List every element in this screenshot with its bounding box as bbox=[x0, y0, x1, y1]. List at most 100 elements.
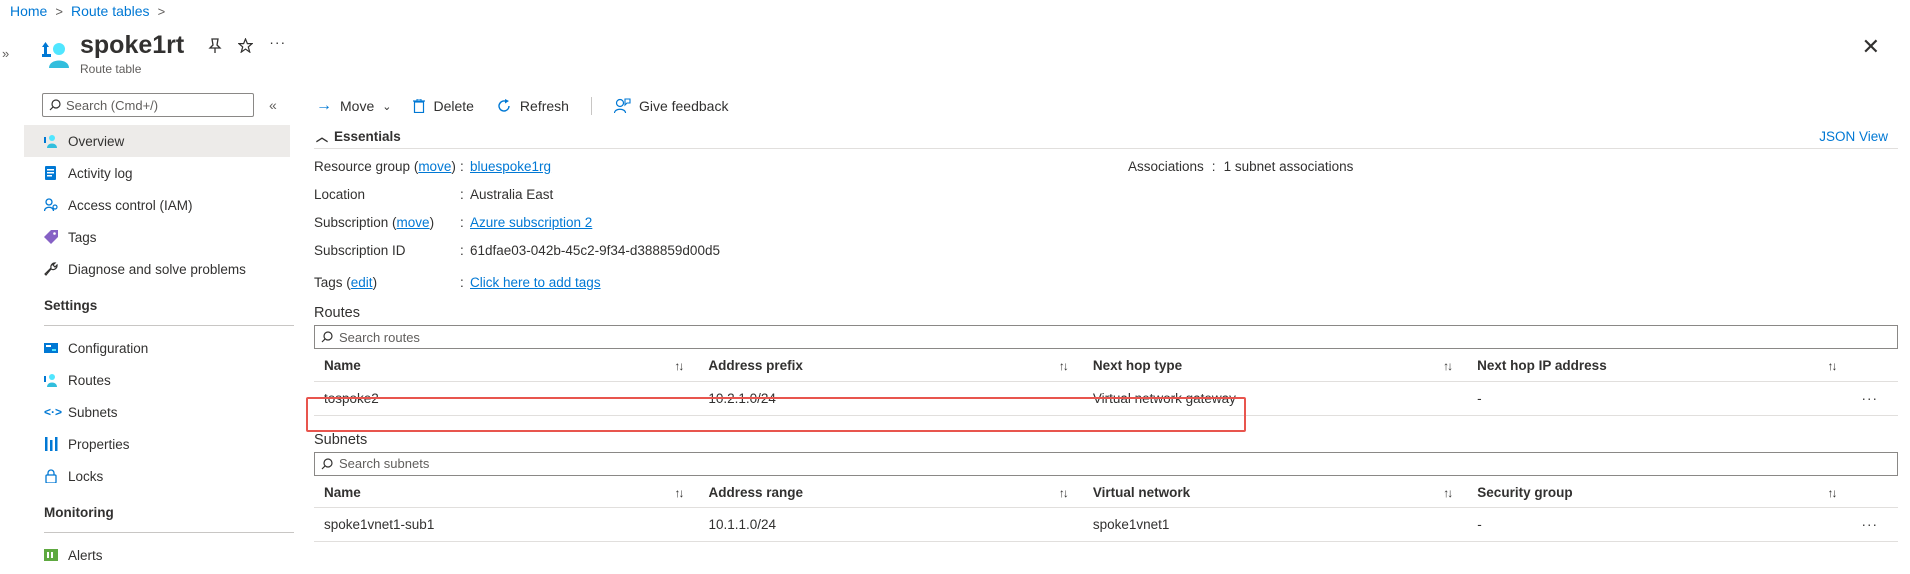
move-label: Move bbox=[340, 98, 375, 114]
refresh-icon bbox=[496, 98, 512, 114]
json-view-link[interactable]: JSON View bbox=[1819, 129, 1888, 144]
star-icon[interactable] bbox=[238, 38, 254, 54]
pin-icon[interactable] bbox=[208, 38, 222, 54]
move-subscription-link[interactable]: move bbox=[397, 215, 430, 230]
configuration-icon bbox=[44, 341, 58, 355]
nav-item-locks[interactable]: Locks bbox=[24, 460, 290, 492]
subnets-search-input[interactable] bbox=[339, 456, 939, 471]
main-content: → Move ⌄ Delete Refresh Give feedback ︿ bbox=[314, 93, 1898, 542]
column-header-name[interactable]: Name ↑↓ bbox=[314, 477, 699, 508]
expand-menu-icon[interactable]: » bbox=[2, 46, 9, 61]
sort-icon[interactable]: ↑↓ bbox=[1828, 486, 1838, 500]
nav-item-overview[interactable]: Overview bbox=[24, 125, 290, 157]
breadcrumb: Home > Route tables > bbox=[10, 3, 165, 19]
resource-group-link[interactable]: bluespoke1rg bbox=[470, 159, 551, 174]
nav-item-properties[interactable]: Properties bbox=[24, 428, 290, 460]
sort-icon[interactable]: ↑↓ bbox=[675, 486, 685, 500]
nav-item-diagnose[interactable]: Diagnose and solve problems bbox=[24, 253, 290, 285]
breadcrumb-home[interactable]: Home bbox=[10, 3, 47, 19]
ess-row-tags: Tags (edit) : Click here to add tags bbox=[314, 275, 601, 290]
subnet-vnet: spoke1vnet1 bbox=[1082, 507, 1468, 542]
associations-value: 1 subnet associations bbox=[1223, 159, 1354, 174]
ess-row-associations: Associations : 1 subnet associations bbox=[1128, 159, 1354, 174]
delete-button[interactable]: Delete bbox=[413, 98, 474, 114]
essentials-toggle[interactable]: ︿ Essentials bbox=[316, 128, 401, 145]
route-table-icon bbox=[42, 40, 70, 70]
nav-section-settings: Settings bbox=[44, 298, 98, 313]
subnets-search-box[interactable] bbox=[314, 451, 1898, 476]
routes-search-box[interactable] bbox=[314, 325, 1898, 349]
nav-item-activity-log[interactable]: Activity log bbox=[24, 157, 290, 189]
table-header-row: Name ↑↓ Address prefix ↑↓ Next hop type ↑↓ … bbox=[314, 351, 1898, 382]
column-header-security-group[interactable]: Security group ↑↓ bbox=[1467, 477, 1852, 508]
essentials-panel: Resource group (move) : bluespoke1rg Loc… bbox=[314, 149, 1898, 290]
sort-icon[interactable]: ↑↓ bbox=[1059, 359, 1069, 373]
move-resource-group-link[interactable]: move bbox=[418, 159, 451, 174]
page-title: spoke1rt bbox=[80, 31, 185, 59]
feedback-icon bbox=[613, 98, 631, 114]
trash-icon bbox=[413, 99, 426, 113]
divider bbox=[44, 532, 294, 533]
nav-item-subnets[interactable]: <·> Subnets bbox=[24, 396, 290, 428]
route-name[interactable]: tospoke2 bbox=[314, 381, 699, 416]
sort-icon[interactable]: ↑↓ bbox=[674, 359, 684, 373]
route-hop-type: Virtual network gateway bbox=[1082, 381, 1468, 416]
feedback-label: Give feedback bbox=[638, 98, 729, 114]
ess-row-subscription-id: Subscription ID : 61dfae03-042b-45c2-9f3… bbox=[314, 243, 720, 258]
nav-item-access-control[interactable]: Access control (IAM) bbox=[24, 189, 290, 221]
column-header-name[interactable]: Name ↑↓ bbox=[314, 351, 699, 382]
sort-icon[interactable]: ↑↓ bbox=[1059, 486, 1069, 500]
refresh-button[interactable]: Refresh bbox=[496, 98, 569, 114]
edit-tags-link[interactable]: edit bbox=[351, 275, 373, 290]
table-row[interactable]: tospoke2 10.2.1.0/24 Virtual network gat… bbox=[314, 381, 1898, 416]
resource-header: spoke1rt Route table ··· bbox=[42, 30, 286, 78]
overview-icon bbox=[44, 134, 58, 148]
column-header-virtual-network[interactable]: Virtual network ↑↓ bbox=[1082, 477, 1468, 508]
add-tags-link[interactable]: Click here to add tags bbox=[470, 275, 601, 290]
feedback-button[interactable]: Give feedback bbox=[613, 98, 729, 114]
subscription-link[interactable]: Azure subscription 2 bbox=[470, 215, 592, 230]
nav-item-tags[interactable]: Tags bbox=[24, 221, 290, 253]
sort-icon[interactable]: ↑↓ bbox=[1828, 359, 1838, 373]
menu-search-input[interactable] bbox=[66, 97, 246, 113]
more-options-icon[interactable]: ··· bbox=[269, 34, 286, 54]
location-label: Location bbox=[314, 187, 366, 202]
chevron-right-icon: > bbox=[55, 3, 63, 19]
subnet-name[interactable]: spoke1vnet1-sub1 bbox=[314, 507, 699, 542]
row-more-icon[interactable]: ··· bbox=[1851, 507, 1898, 542]
chevron-down-icon: ⌄ bbox=[382, 100, 392, 113]
associations-label: Associations bbox=[1128, 159, 1204, 174]
sort-icon[interactable]: ↑↓ bbox=[1443, 359, 1453, 373]
arrow-right-icon: → bbox=[316, 97, 332, 114]
refresh-label: Refresh bbox=[519, 98, 569, 114]
column-header-address-prefix[interactable]: Address prefix ↑↓ bbox=[698, 351, 1083, 382]
resource-type: Route table bbox=[80, 62, 142, 76]
chevron-right-icon: > bbox=[157, 3, 166, 19]
nav-item-label: Subnets bbox=[68, 404, 118, 420]
menu-search-box[interactable] bbox=[42, 93, 254, 117]
nav-item-routes[interactable]: Routes bbox=[24, 364, 290, 396]
nav-item-label: Access control (IAM) bbox=[68, 197, 193, 213]
close-icon[interactable]: ✕ bbox=[1862, 36, 1880, 58]
nav-item-alerts[interactable]: Alerts bbox=[24, 539, 290, 571]
nav-item-label: Tags bbox=[68, 229, 97, 245]
row-more-icon[interactable]: ··· bbox=[1851, 381, 1898, 416]
routes-search-input[interactable] bbox=[339, 329, 939, 345]
breadcrumb-route-tables[interactable]: Route tables bbox=[71, 3, 150, 19]
subscription-id-label: Subscription ID bbox=[314, 243, 406, 258]
ess-row-location: Location : Australia East bbox=[314, 187, 554, 202]
wrench-icon bbox=[44, 262, 58, 276]
delete-label: Delete bbox=[433, 98, 474, 114]
table-row[interactable]: spoke1vnet1-sub1 10.1.1.0/24 spoke1vnet1… bbox=[314, 507, 1898, 542]
column-header-next-hop-type[interactable]: Next hop type ↑↓ bbox=[1082, 351, 1468, 382]
sort-icon[interactable]: ↑↓ bbox=[1443, 486, 1453, 500]
routes-section: Routes Name↑↓ Address prefix↑↓ Next hop … bbox=[314, 305, 1898, 416]
collapse-menu-icon[interactable]: « bbox=[269, 97, 277, 113]
activity-log-icon bbox=[44, 166, 58, 180]
nav-item-configuration[interactable]: Configuration bbox=[24, 332, 290, 364]
tags-label: Tags bbox=[314, 275, 343, 290]
column-header-next-hop-ip[interactable]: Next hop IP address ↑↓ bbox=[1467, 351, 1852, 382]
column-header-address-range[interactable]: Address range ↑↓ bbox=[698, 477, 1083, 508]
nav-item-label: Diagnose and solve problems bbox=[68, 261, 246, 277]
move-button[interactable]: → Move ⌄ bbox=[316, 97, 391, 115]
